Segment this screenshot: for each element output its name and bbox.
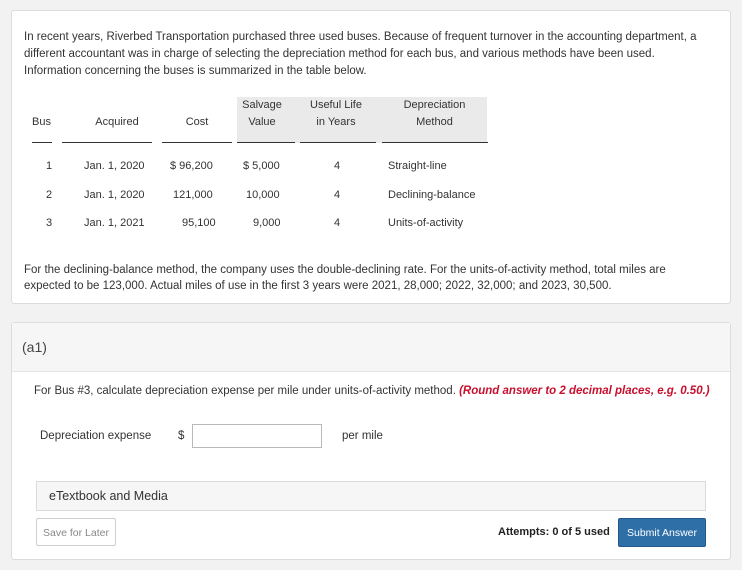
problem-note: For the declining-balance method, the co…: [24, 264, 666, 292]
col-header-bus: Bus: [32, 116, 51, 128]
cell-acquired: Jan. 1, 2021: [84, 217, 145, 229]
question-prompt: For Bus #3, calculate depreciation expen…: [34, 385, 456, 397]
attempts-counter: Attempts: 0 of 5 used: [498, 526, 610, 538]
problem-intro: In recent years, Riverbed Transportation…: [24, 31, 697, 77]
cell-useful-life: 4: [334, 160, 341, 172]
part-label: (a1): [22, 339, 47, 355]
cell-method: Units-of-activity: [388, 217, 464, 229]
header-underline: [382, 142, 488, 143]
header-underline: [162, 142, 232, 143]
depreciation-expense-label: Depreciation expense: [40, 430, 152, 442]
col-header-cost: Cost: [185, 116, 209, 128]
question-text: For Bus #3, calculate depreciation expen…: [34, 385, 710, 397]
col-header-salvage-1: Salvage: [242, 99, 282, 111]
submit-answer-button[interactable]: Submit Answer: [618, 518, 706, 547]
part-a1-card: (a1) For Bus #3, calculate depreciation …: [11, 322, 731, 560]
cell-acquired: Jan. 1, 2020: [84, 160, 145, 172]
header-underline: [300, 142, 376, 143]
col-header-useful-1: Useful Life: [310, 99, 362, 111]
cell-method: Declining-balance: [388, 189, 476, 201]
unit-label: per mile: [342, 430, 383, 442]
col-header-method-1: Depreciation: [403, 99, 466, 111]
part-header: (a1): [12, 323, 730, 372]
col-header-useful-2: in Years: [316, 116, 356, 128]
depreciation-expense-input[interactable]: [192, 424, 322, 448]
cell-salvage: 9,000: [253, 217, 281, 229]
col-header-salvage-2: Value: [248, 116, 276, 128]
rounding-instruction: (Round answer to 2 decimal places, e.g. …: [459, 385, 710, 397]
cell-useful-life: 4: [334, 189, 341, 201]
header-underline: [237, 142, 295, 143]
currency-symbol: $: [178, 430, 185, 442]
header-underline: [62, 142, 152, 143]
col-header-method-2: Method: [416, 116, 453, 128]
header-underline: [32, 142, 52, 143]
save-for-later-button[interactable]: Save for Later: [36, 518, 116, 546]
cell-useful-life: 4: [334, 217, 341, 229]
cell-cost: $ 96,200: [170, 160, 213, 172]
cell-cost: 95,100: [182, 217, 216, 229]
cell-bus: 2: [46, 189, 53, 201]
cell-bus: 1: [46, 160, 53, 172]
cell-bus: 3: [46, 217, 53, 229]
problem-card: In recent years, Riverbed Transportation…: [11, 10, 731, 304]
cell-acquired: Jan. 1, 2020: [84, 189, 145, 201]
cell-salvage: $ 5,000: [243, 160, 280, 172]
cell-salvage: 10,000: [246, 189, 280, 201]
cell-cost: 121,000: [173, 189, 213, 201]
col-header-acquired: Acquired: [95, 116, 139, 128]
etextbook-media-link[interactable]: eTextbook and Media: [36, 481, 706, 511]
cell-method: Straight-line: [388, 160, 447, 172]
